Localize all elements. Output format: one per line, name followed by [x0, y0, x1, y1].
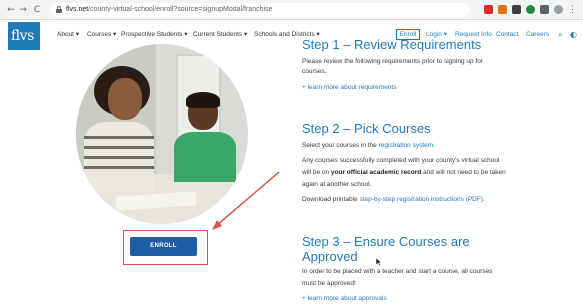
- contact-link[interactable]: Contact: [496, 31, 518, 39]
- logo-text: flvs: [11, 28, 34, 44]
- nav-courses[interactable]: Courses ▾: [87, 31, 116, 39]
- search-icon[interactable]: ⌕: [556, 30, 565, 39]
- step2-text-line2: Any courses successfully completed with …: [302, 157, 500, 164]
- step1-text-line1: Please review the following requirements…: [302, 58, 484, 65]
- registration-instructions-pdf-link[interactable]: step-by-step registration instructions (…: [359, 196, 483, 203]
- careers-link[interactable]: Careers: [526, 31, 549, 39]
- lock-icon: [56, 6, 62, 13]
- nav-about[interactable]: About ▾: [57, 31, 79, 39]
- step1-text-line2: courses.: [302, 68, 327, 75]
- step2-text-line3: will be on your official academic record…: [302, 169, 506, 176]
- step3-text-line2: must be approved!: [302, 280, 356, 287]
- forward-icon[interactable]: →: [18, 5, 28, 15]
- step2-text-line1: Select your courses in the registration …: [302, 142, 435, 149]
- browser-toolbar: ← → C flvs.net/county-virtual-school/enr…: [0, 0, 583, 20]
- hero-photo: [76, 44, 248, 224]
- step2-text-line5: Download printable step-by-step registra…: [302, 196, 485, 203]
- url-text: flvs.net/county-virtual-school/enroll?so…: [66, 5, 272, 15]
- reload-icon[interactable]: C: [32, 5, 42, 15]
- extension-icon-orange[interactable]: [498, 5, 507, 14]
- mouse-cursor-icon: [376, 258, 382, 266]
- puzzle-icon[interactable]: [540, 5, 549, 14]
- step1-title: Step 1 – Review Requirements: [302, 37, 482, 52]
- flvs-logo[interactable]: flvs: [8, 22, 40, 50]
- step2-title: Step 2 – Pick Courses: [302, 121, 431, 136]
- registration-system-link[interactable]: registration system: [379, 142, 434, 149]
- step2-text-line4: again at another school.: [302, 181, 372, 188]
- learn-more-requirements-link[interactable]: + learn more about requirements: [302, 83, 396, 93]
- profile-avatar[interactable]: [554, 5, 563, 14]
- learn-more-approvals-link[interactable]: + learn more about approvals: [302, 294, 387, 304]
- url-domain: flvs.net: [66, 6, 89, 13]
- url-path: /county-virtual-school/enroll?source=sig…: [88, 6, 273, 13]
- extension-icon-red[interactable]: [484, 5, 493, 14]
- address-bar[interactable]: flvs.net/county-virtual-school/enroll?so…: [50, 3, 470, 17]
- extension-icon-green[interactable]: [526, 5, 535, 14]
- back-icon[interactable]: ←: [6, 5, 16, 15]
- enroll-button[interactable]: ENROLL: [130, 237, 197, 256]
- extension-icon-dark[interactable]: [512, 5, 521, 14]
- menu-dots-icon[interactable]: ⋮: [568, 5, 577, 14]
- step3-text-line1: In order to be placed with a teacher and…: [302, 268, 493, 275]
- step3-title-line2: Approved: [302, 249, 358, 264]
- accessibility-icon[interactable]: ◐: [569, 30, 578, 39]
- nav-current-students[interactable]: Current Students ▾: [193, 31, 247, 39]
- nav-prospective-students[interactable]: Prospective Students ▾: [121, 31, 188, 39]
- step3-title-line1: Step 3 – Ensure Courses are: [302, 234, 470, 249]
